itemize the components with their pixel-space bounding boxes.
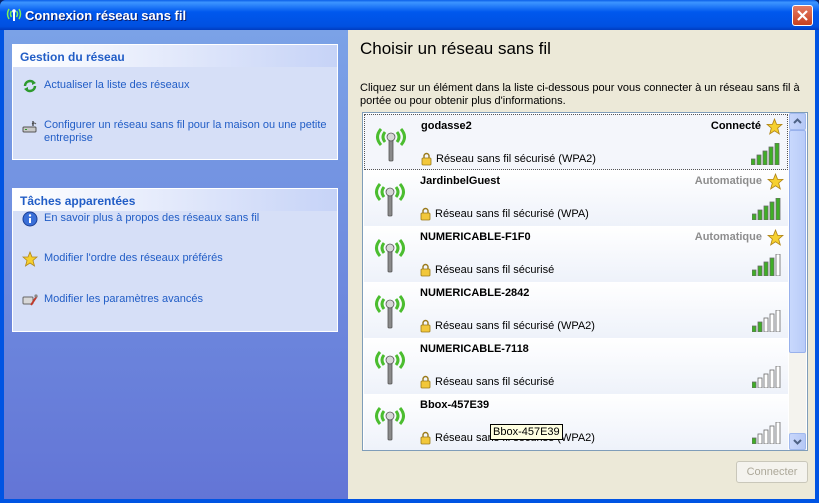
- chevron-down-icon: [793, 439, 802, 445]
- security-type: Réseau sans fil sécurisé (WPA2): [435, 320, 595, 332]
- close-button[interactable]: [792, 5, 813, 26]
- task-pane: Gestion du réseau Actualiser la liste de…: [4, 30, 348, 499]
- page-title: Choisir un réseau sans fil: [360, 39, 551, 58]
- network-tasks-header: Gestion du réseau: [13, 45, 337, 67]
- signal-strength-icon: [752, 310, 781, 332]
- info-icon: [22, 211, 38, 227]
- change-preferred-order-label: Modifier l'ordre des réseaux préférés: [44, 252, 223, 264]
- scroll-down-button[interactable]: [789, 433, 806, 450]
- security-type: Réseau sans fil sécurisé: [435, 264, 555, 276]
- network-ssid: NUMERICABLE-F1F0: [420, 231, 531, 243]
- refresh-icon: [23, 79, 37, 93]
- wireless-antenna-icon: [376, 128, 406, 162]
- settings-icon: [22, 294, 38, 306]
- learn-wireless-link[interactable]: En savoir plus à propos des réseaux sans…: [22, 211, 332, 227]
- advanced-settings-link[interactable]: Modifier les paramètres avancés: [22, 292, 332, 308]
- instructions: Cliquez sur un élément dans la liste ci-…: [360, 82, 800, 107]
- network-list[interactable]: godasse2 Connecté Réseau sans fil sécurisé…: [362, 112, 808, 451]
- connect-button[interactable]: Connecter: [736, 461, 808, 483]
- wireless-setup-icon: [22, 121, 37, 133]
- network-row[interactable]: Bbox-457E39Réseau sans fil sécurisé (WPA…: [364, 394, 788, 450]
- lock-icon: [420, 375, 431, 389]
- network-row[interactable]: JardinbelGuest Automatique Réseau sans fil…: [364, 170, 788, 226]
- related-tasks-header: Tâches apparentées: [13, 189, 337, 211]
- signal-strength-icon: [752, 422, 781, 444]
- connection-status: Automatique: [694, 231, 762, 243]
- network-ssid: JardinbelGuest: [420, 175, 501, 187]
- scroll-thumb[interactable]: [789, 130, 806, 353]
- lock-icon: [420, 319, 431, 333]
- refresh-network-list-label: Actualiser la liste des réseaux: [44, 79, 190, 91]
- signal-strength-icon: [752, 254, 781, 276]
- network-ssid: godasse2: [421, 120, 472, 132]
- preferred-star-icon: [767, 229, 784, 246]
- related-tasks-box: Tâches apparentées En savoir plus à prop…: [12, 188, 338, 332]
- security-type: Réseau sans fil sécurisé (WPA2): [436, 153, 596, 165]
- connection-status: Connecté: [710, 120, 761, 132]
- setup-wireless-network-label: Configurer un réseau sans fil pour la ma…: [44, 119, 327, 144]
- wireless-icon: [6, 8, 22, 21]
- wireless-antenna-icon: [375, 239, 405, 273]
- signal-strength-icon: [752, 198, 781, 220]
- tooltip: Bbox-457E39: [490, 424, 563, 440]
- preferred-star-icon: [767, 173, 784, 190]
- network-ssid: Bbox-457E39: [420, 399, 490, 411]
- wireless-antenna-icon: [375, 295, 405, 329]
- scrollbar[interactable]: [789, 113, 806, 450]
- signal-strength-icon: [751, 143, 780, 165]
- network-ssid: NUMERICABLE-7118: [420, 343, 529, 355]
- lock-icon: [420, 263, 431, 277]
- network-row[interactable]: godasse2 Connecté Réseau sans fil sécurisé…: [364, 114, 788, 170]
- lock-icon: [420, 207, 431, 221]
- security-type: Réseau sans fil sécurisé: [435, 376, 555, 388]
- security-type: Réseau sans fil sécurisé (WPA): [435, 208, 589, 220]
- window: Connexion réseau sans fil Gestion du rés…: [0, 0, 819, 503]
- chevron-up-icon: [793, 118, 802, 124]
- signal-strength-icon: [752, 366, 781, 388]
- network-ssid: NUMERICABLE-2842: [420, 287, 530, 299]
- change-preferred-order-link[interactable]: Modifier l'ordre des réseaux préférés: [22, 251, 332, 267]
- advanced-settings-label: Modifier les paramètres avancés: [44, 293, 203, 305]
- learn-wireless-label: En savoir plus à propos des réseaux sans…: [44, 212, 260, 224]
- refresh-network-list-link[interactable]: Actualiser la liste des réseaux: [22, 78, 332, 94]
- main-pane: Choisir un réseau sans fil Cliquez sur u…: [348, 30, 815, 499]
- lock-icon: [420, 431, 431, 445]
- close-icon: [797, 10, 808, 21]
- window-title: Connexion réseau sans fil: [25, 8, 187, 23]
- star-icon: [22, 251, 38, 267]
- setup-wireless-network-link[interactable]: Configurer un réseau sans fil pour la ma…: [22, 118, 332, 148]
- wireless-antenna-icon: [375, 407, 405, 441]
- network-row[interactable]: NUMERICABLE-2842 Réseau sans fil sécurisé…: [364, 282, 788, 338]
- scroll-up-button[interactable]: [789, 113, 806, 130]
- preferred-star-icon: [766, 118, 783, 135]
- wireless-antenna-icon: [375, 351, 405, 385]
- network-row[interactable]: NUMERICABLE-F1F0 Automatique Réseau sans f…: [364, 226, 788, 282]
- network-tasks-box: Gestion du réseau Actualiser la liste de…: [12, 44, 338, 160]
- network-row[interactable]: NUMERICABLE-7118 Réseau sans fil sécurisé: [364, 338, 788, 394]
- wireless-antenna-icon: [375, 183, 405, 217]
- lock-icon: [421, 152, 432, 166]
- connection-status: Automatique: [694, 175, 762, 187]
- window-client: Gestion du réseau Actualiser la liste de…: [4, 30, 815, 499]
- title-bar[interactable]: Connexion réseau sans fil: [0, 0, 819, 30]
